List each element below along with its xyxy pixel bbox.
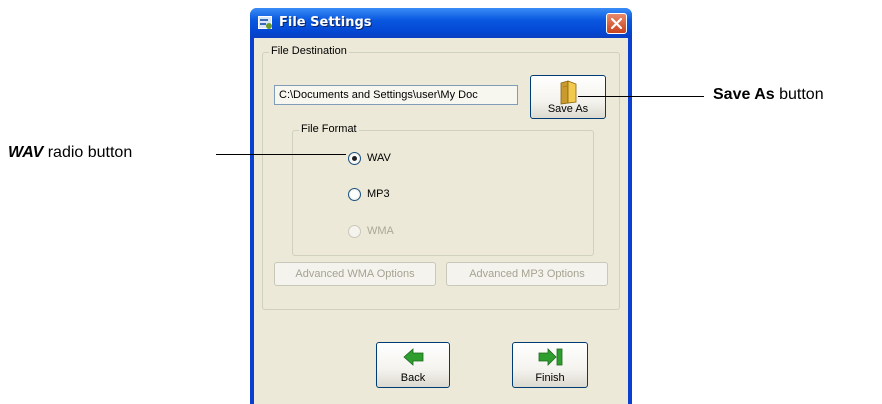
save-as-callout-bold: Save As — [713, 86, 775, 103]
save-as-callout-line — [578, 96, 704, 97]
save-as-callout: Save As button — [713, 86, 824, 104]
title-bar[interactable]: File Settings — [250, 8, 632, 38]
wav-callout: WAV radio button — [8, 144, 132, 162]
folder-icon — [560, 80, 577, 105]
file-format-group: File Format — [292, 123, 594, 256]
wav-callout-bold: WAV — [8, 144, 44, 161]
arrow-right-finish-icon — [538, 348, 563, 366]
advanced-mp3-label: Advanced MP3 Options — [469, 268, 585, 280]
advanced-wma-options-button: Advanced WMA Options — [274, 262, 436, 286]
back-label: Back — [400, 372, 426, 384]
file-settings-window: File Settings File Destination C:\Docume… — [250, 8, 632, 404]
wav-radio-label[interactable]: WAV — [367, 152, 391, 164]
wma-radio-button — [348, 225, 361, 238]
arrow-left-icon — [403, 348, 424, 366]
advanced-mp3-options-button: Advanced MP3 Options — [446, 262, 608, 286]
save-as-callout-rest: button — [774, 86, 824, 103]
mp3-radio-label[interactable]: MP3 — [367, 188, 390, 200]
file-format-label: File Format — [299, 123, 359, 135]
destination-path-field[interactable]: C:\Documents and Settings\user\My Doc — [274, 85, 518, 105]
finish-button[interactable]: Finish — [512, 342, 588, 388]
settings-app-icon — [258, 16, 272, 29]
wma-radio-label: WMA — [367, 225, 394, 237]
file-destination-label: File Destination — [269, 45, 349, 57]
close-icon — [610, 17, 623, 30]
save-as-label: Save As — [547, 103, 589, 115]
save-as-button[interactable]: Save As — [530, 75, 606, 119]
close-button[interactable] — [606, 13, 627, 34]
mp3-radio-button[interactable] — [348, 188, 361, 201]
dialog-body: File Destination C:\Documents and Settin… — [254, 38, 628, 404]
wav-radio-button[interactable] — [348, 152, 361, 165]
wav-callout-line — [216, 154, 346, 155]
window-title: File Settings — [279, 15, 372, 30]
back-button[interactable]: Back — [376, 342, 450, 388]
finish-label: Finish — [535, 372, 565, 384]
wav-callout-rest: radio button — [43, 144, 133, 161]
advanced-wma-label: Advanced WMA Options — [295, 268, 415, 280]
